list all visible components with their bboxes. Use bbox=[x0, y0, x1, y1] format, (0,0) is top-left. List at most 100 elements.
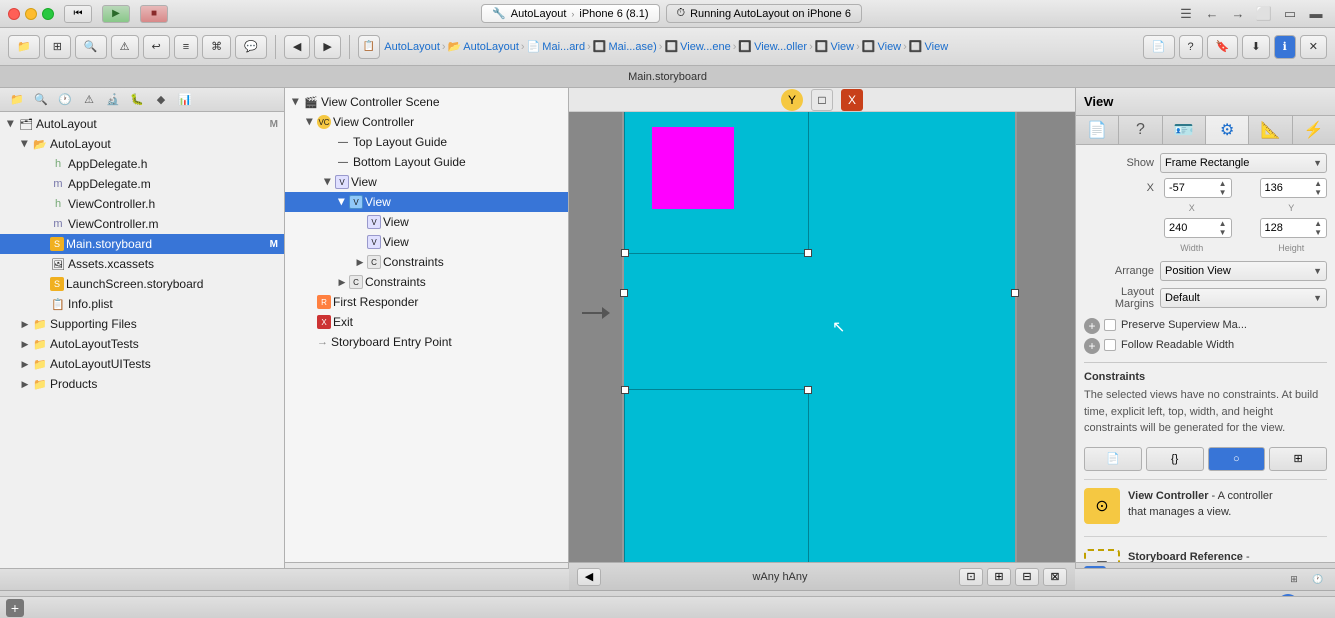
tab-identity[interactable]: 🪪 bbox=[1163, 116, 1206, 144]
sidebar-item-assets[interactable]: 🖼 Assets.xcassets bbox=[0, 254, 284, 274]
inner-view-2[interactable] bbox=[624, 389, 809, 562]
new-file-button[interactable]: 📄 bbox=[1143, 35, 1175, 59]
inspector-button[interactable]: ℹ bbox=[1274, 35, 1296, 59]
undo-button[interactable]: ↩ bbox=[143, 35, 170, 59]
tab-file[interactable]: 📄 bbox=[1076, 116, 1119, 144]
handle-bl[interactable] bbox=[621, 249, 629, 257]
sidebar-item-autolayout-tests[interactable]: ▶ 📁 AutoLayoutTests bbox=[0, 334, 284, 354]
bc-view-scene[interactable]: View...ene bbox=[680, 41, 731, 53]
canvas-btn-4[interactable]: ⊠ bbox=[1043, 568, 1067, 586]
exit-icon-canvas[interactable]: X bbox=[841, 89, 863, 111]
prev-button[interactable]: ◀ bbox=[284, 35, 310, 59]
bc-autolayout[interactable]: AutoLayout bbox=[384, 41, 440, 53]
inspector-grid-btn[interactable]: ⊞ bbox=[1269, 447, 1327, 471]
nav-item-vc-scene[interactable]: ▶ 🎬 View Controller Scene bbox=[285, 92, 568, 112]
sidebar-nav-icon[interactable]: 📁 bbox=[6, 89, 28, 111]
nav-item-first-responder[interactable]: R First Responder bbox=[285, 292, 568, 312]
sidebar-item-products[interactable]: ▶ 📁 Products bbox=[0, 374, 284, 394]
nav-item-top-layout[interactable]: — Top Layout Guide bbox=[285, 132, 568, 152]
close-panel-button[interactable]: ✕ bbox=[1300, 35, 1327, 59]
canvas-btn-2[interactable]: ⊞ bbox=[987, 568, 1011, 586]
nav-item-view-controller[interactable]: ▶ VC View Controller bbox=[285, 112, 568, 132]
forward-button[interactable]: → bbox=[1227, 3, 1249, 25]
canvas-btn-1[interactable]: ⊡ bbox=[959, 568, 983, 586]
handle-tr2[interactable] bbox=[804, 386, 812, 394]
minimize-button[interactable] bbox=[25, 8, 37, 20]
show-select[interactable]: Frame Rectangle ▼ bbox=[1160, 153, 1327, 173]
bc-autolayout2[interactable]: AutoLayout bbox=[463, 41, 519, 53]
sidebar-breakpoint-icon[interactable]: ◆ bbox=[150, 89, 172, 111]
download-button[interactable]: ⬇ bbox=[1242, 35, 1269, 59]
add-constraint-btn[interactable]: + bbox=[1084, 318, 1100, 334]
tab-size[interactable]: 📐 bbox=[1249, 116, 1292, 144]
sidebar-item-root[interactable]: ▶ 🗂 AutoLayout M bbox=[0, 114, 284, 134]
device-frame[interactable] bbox=[622, 112, 1017, 562]
folder-button[interactable]: 📁 bbox=[8, 35, 40, 59]
sidebar-item-appdelegate-m[interactable]: m AppDelegate.m bbox=[0, 174, 284, 194]
sidebar-item-autolayout[interactable]: ▶ 📂 AutoLayout bbox=[0, 134, 284, 154]
nav-item-constraints-outer[interactable]: ▶ C Constraints bbox=[285, 272, 568, 292]
width-input[interactable]: 240 ▲▼ bbox=[1164, 218, 1232, 238]
layout-icon[interactable]: ▭ bbox=[1279, 3, 1301, 25]
help-button[interactable]: ? bbox=[1179, 35, 1203, 59]
canvas-btn-3[interactable]: ⊟ bbox=[1015, 568, 1039, 586]
height-input[interactable]: 128 ▲▼ bbox=[1260, 218, 1328, 238]
app-name-tab[interactable]: 🔧 AutoLayout › iPhone 6 (8.1) bbox=[481, 4, 659, 23]
sidebar-issues-icon[interactable]: ⚠ bbox=[78, 89, 100, 111]
bc-view1[interactable]: View bbox=[830, 41, 854, 53]
handle-br[interactable] bbox=[804, 249, 812, 257]
grid-button[interactable]: ⊞ bbox=[44, 35, 71, 59]
handle-left-mid[interactable] bbox=[620, 289, 628, 297]
sidebar-history-icon[interactable]: 🕐 bbox=[54, 89, 76, 111]
sidebar-item-viewcontroller-h[interactable]: h ViewController.h bbox=[0, 194, 284, 214]
nav-item-view-selected[interactable]: ▶ V View bbox=[285, 192, 568, 212]
sidebar-test-icon[interactable]: 🔬 bbox=[102, 89, 124, 111]
nav-item-view-child1[interactable]: V View bbox=[285, 212, 568, 232]
sidebar-item-viewcontroller-m[interactable]: m ViewController.m bbox=[0, 214, 284, 234]
sidebar-debug-icon[interactable]: 🐛 bbox=[126, 89, 148, 111]
next-button[interactable]: ▶ bbox=[314, 35, 340, 59]
list-button[interactable]: ≡ bbox=[174, 35, 198, 59]
layout2-icon[interactable]: ▬ bbox=[1305, 3, 1327, 25]
bc-view-controller[interactable]: View...oller bbox=[754, 41, 807, 53]
y-input[interactable]: 136 ▲▼ bbox=[1260, 178, 1328, 198]
tab-connections[interactable]: ⚡ bbox=[1293, 116, 1335, 144]
height-stepper[interactable]: ▲▼ bbox=[1314, 219, 1322, 237]
ref-icon-canvas[interactable]: □ bbox=[811, 89, 833, 111]
close-button[interactable] bbox=[8, 8, 20, 20]
sidebar-item-supporting-files[interactable]: ▶ 📁 Supporting Files bbox=[0, 314, 284, 334]
inspector-doc-btn[interactable]: 📄 bbox=[1084, 447, 1142, 471]
canvas-content[interactable]: ↖ bbox=[569, 112, 1075, 562]
margins-select[interactable]: Default ▼ bbox=[1160, 288, 1327, 308]
run-button[interactable]: ▶ bbox=[102, 5, 130, 23]
tab-quick-help[interactable]: ? bbox=[1119, 116, 1162, 144]
bc-main-base[interactable]: Mai...ase) bbox=[608, 41, 656, 53]
fullscreen-button[interactable] bbox=[42, 8, 54, 20]
arrange-select[interactable]: Position View ▼ bbox=[1160, 261, 1327, 281]
search-button[interactable]: 🔍 bbox=[75, 35, 107, 59]
comment-button[interactable]: 💬 bbox=[235, 35, 267, 59]
sidebar-item-main-storyboard[interactable]: S Main.storyboard M bbox=[0, 234, 284, 254]
tab-attributes[interactable]: ⚙ bbox=[1206, 116, 1249, 144]
y-stepper[interactable]: ▲▼ bbox=[1314, 179, 1322, 197]
width-stepper[interactable]: ▲▼ bbox=[1219, 219, 1227, 237]
preserve-checkbox[interactable] bbox=[1104, 319, 1116, 331]
bc-main-storyboard[interactable]: Mai...ard bbox=[542, 41, 585, 53]
active-tab[interactable]: ⏱ Running AutoLayout on iPhone 6 bbox=[666, 4, 862, 23]
back-button[interactable]: ← bbox=[1201, 3, 1223, 25]
add-readable-btn[interactable]: + bbox=[1084, 338, 1100, 354]
nav-item-entry-point[interactable]: → Storyboard Entry Point bbox=[285, 332, 568, 352]
nav-item-constraints-inner[interactable]: ▶ C Constraints bbox=[285, 252, 568, 272]
nav-item-bottom-layout[interactable]: — Bottom Layout Guide bbox=[285, 152, 568, 172]
filter-button[interactable]: ⌘ bbox=[202, 35, 231, 59]
bookmark-button[interactable]: 🔖 bbox=[1207, 35, 1239, 59]
nav-item-view-outer[interactable]: ▶ V View bbox=[285, 172, 568, 192]
handle-tl2[interactable] bbox=[621, 386, 629, 394]
sidebar-search-icon[interactable]: 🔍 bbox=[30, 89, 52, 111]
vc-icon-canvas[interactable]: Y bbox=[781, 89, 803, 111]
stop-button[interactable]: ■ bbox=[140, 5, 168, 23]
readable-checkbox[interactable] bbox=[1104, 339, 1116, 351]
bc-view2[interactable]: View bbox=[877, 41, 901, 53]
list-view-icon[interactable]: ☰ bbox=[1175, 3, 1197, 25]
inner-view-1[interactable] bbox=[624, 112, 809, 254]
